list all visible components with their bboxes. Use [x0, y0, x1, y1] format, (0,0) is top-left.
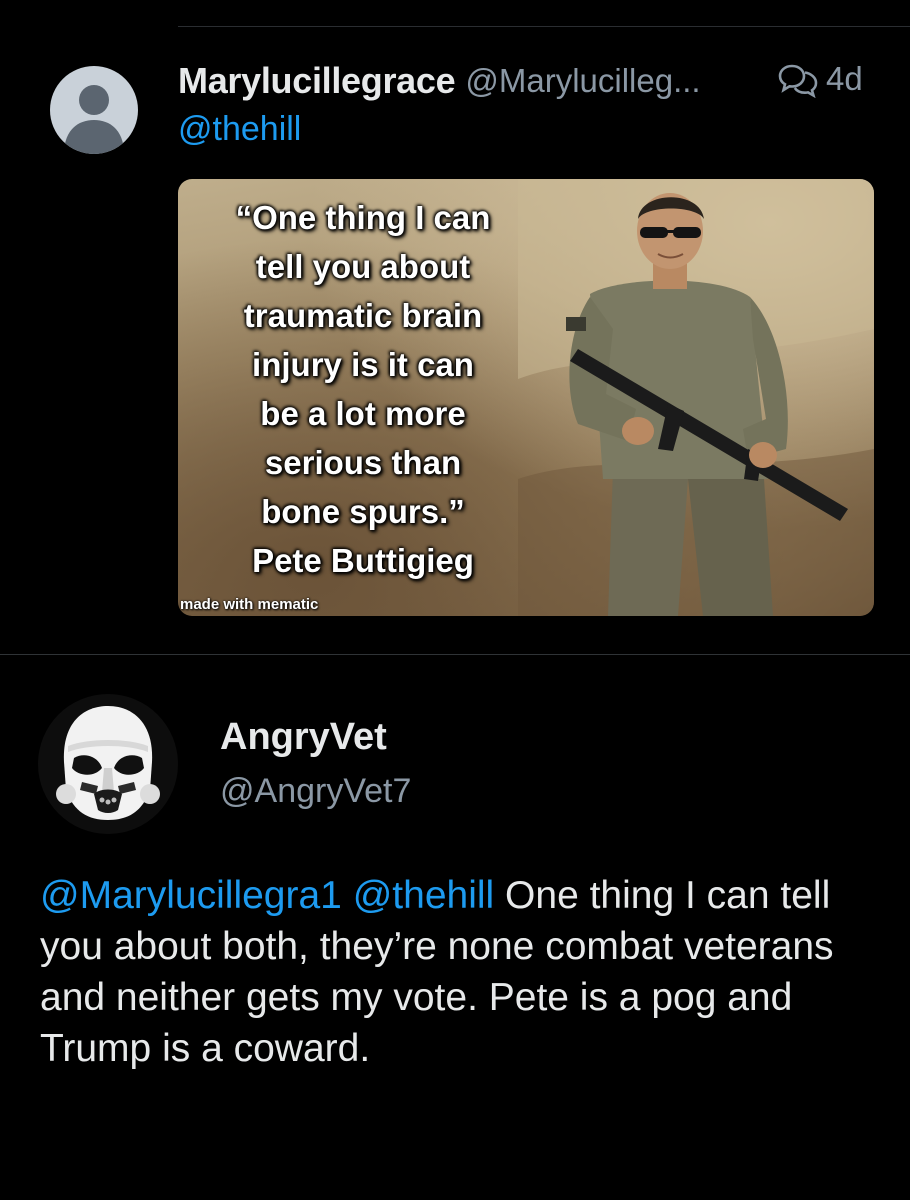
meme-quote-text: “One thing I can tell you about traumati…	[235, 199, 491, 579]
author-handle[interactable]: @Marylucilleg...	[465, 62, 700, 100]
timestamp[interactable]: 4d	[826, 60, 863, 98]
tweet-1-image[interactable]: “One thing I can tell you about traumati…	[178, 179, 874, 616]
reply-mention-link[interactable]: @thehill	[178, 110, 301, 149]
author-name[interactable]: AngryVet	[220, 716, 387, 759]
soldier-photo	[518, 179, 874, 616]
author-name[interactable]: Marylucillegrace	[178, 60, 456, 102]
meme-watermark: made with mematic	[180, 596, 319, 613]
conversation-icon	[778, 62, 818, 103]
author-handle[interactable]: @AngryVet7	[220, 772, 411, 811]
default-avatar-icon[interactable]	[50, 66, 138, 154]
stormtrooper-avatar[interactable]	[38, 694, 178, 834]
tweet-1-header: Marylucillegrace @Marylucilleg...	[178, 58, 880, 104]
tweet-2-text: @Marylucillegra1 @thehill One thing I ca…	[40, 870, 890, 1074]
mention-link[interactable]: @thehill	[353, 874, 495, 917]
top-divider	[178, 26, 910, 27]
mention-link[interactable]: @Marylucillegra1	[40, 874, 342, 917]
tweet-divider	[0, 654, 910, 655]
